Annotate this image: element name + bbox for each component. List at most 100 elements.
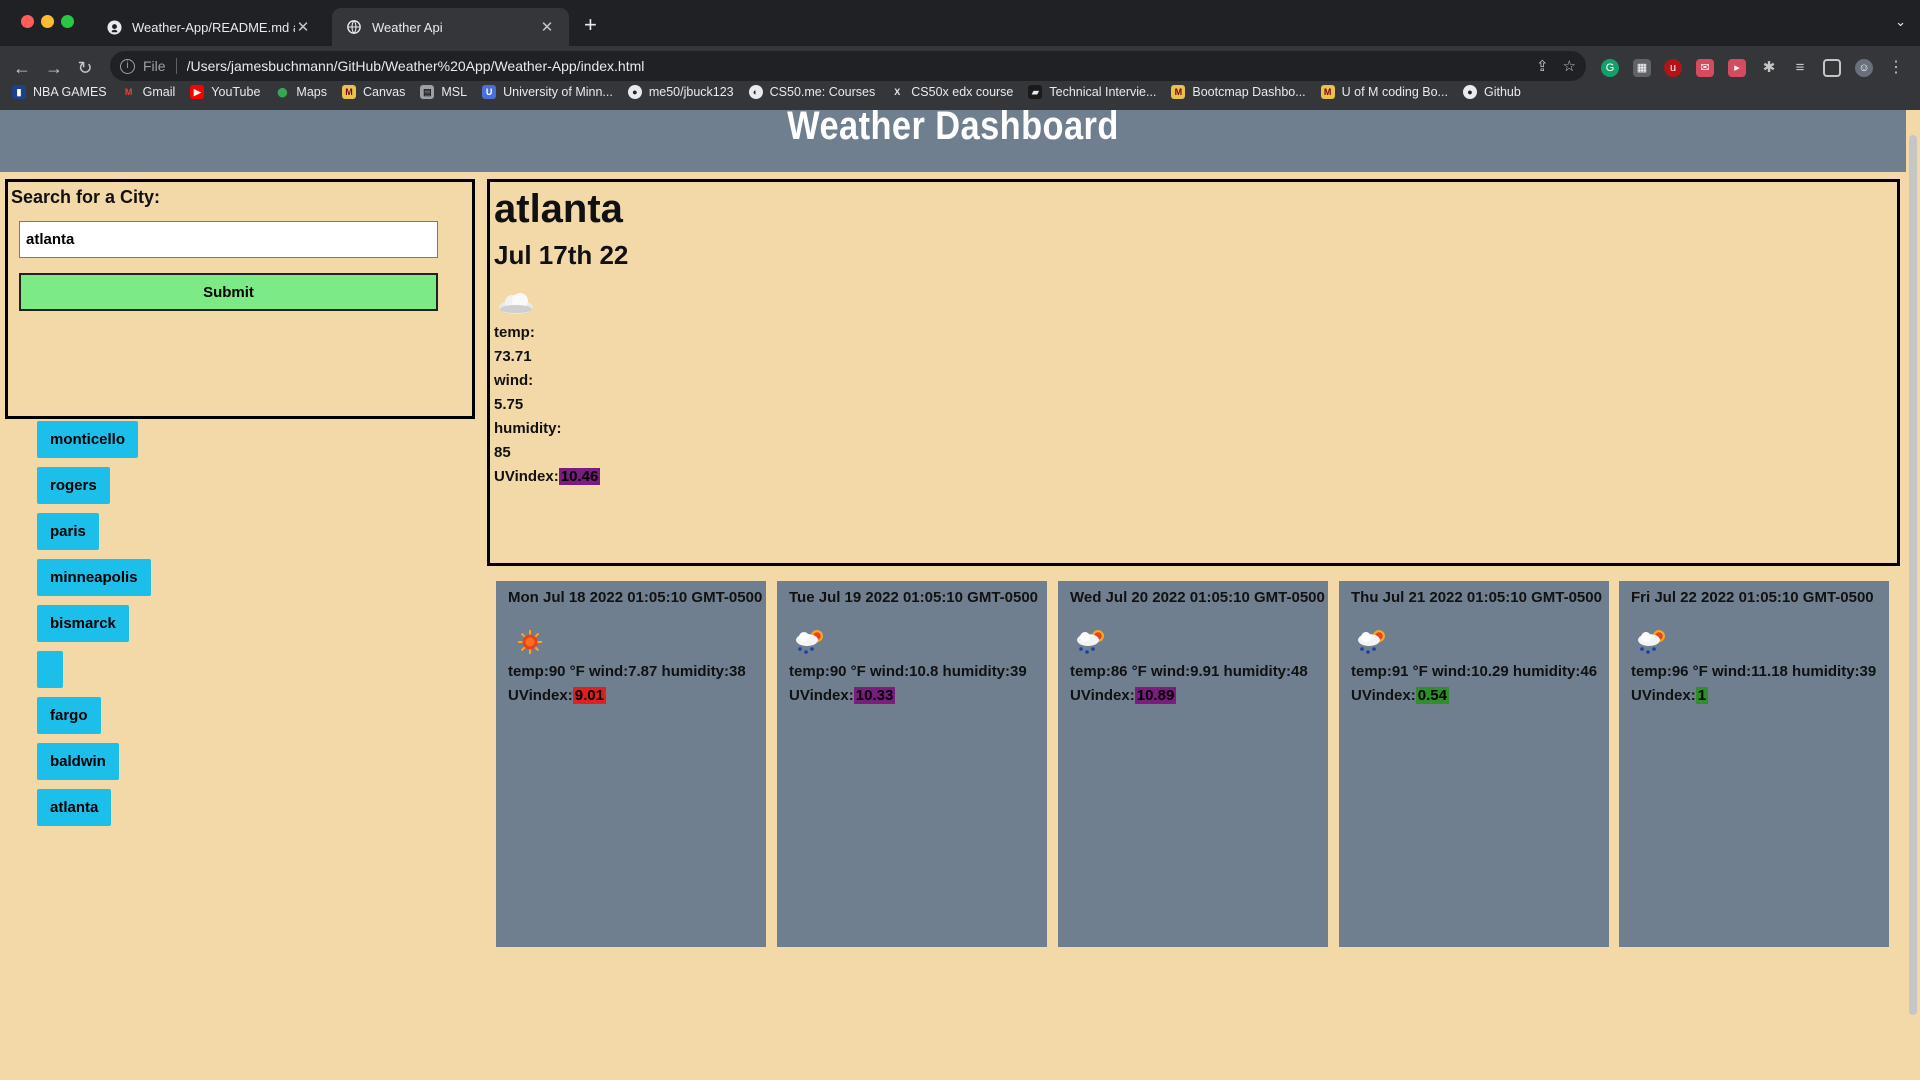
forecast-date: Wed Jul 20 2022 01:05:10 GMT-0500	[1070, 589, 1325, 606]
avatar[interactable]: ☺	[1855, 59, 1873, 77]
forecast-summary: temp:96 °F wind:11.18 humidity:39	[1631, 663, 1877, 680]
history-button[interactable]: minneapolis	[37, 559, 151, 596]
bookmark-label: CS50x edx course	[911, 85, 1014, 99]
extension-icon[interactable]: ✉	[1696, 59, 1714, 77]
bookmark-label: Canvas	[363, 85, 406, 99]
temp-value: 73.71	[494, 348, 532, 365]
kebab-menu-icon[interactable]: ⋮	[1887, 59, 1905, 77]
reading-list-icon[interactable]: ≡	[1791, 59, 1809, 77]
back-icon[interactable]: ←	[9, 58, 35, 79]
url-text[interactable]: /Users/jamesbuchmann/GitHub/Weather%20Ap…	[187, 58, 1522, 74]
forecast-summary: temp:91 °F wind:10.29 humidity:46	[1351, 663, 1598, 680]
bookmark-item[interactable]: ▶ YouTube	[190, 85, 260, 99]
ublock-icon[interactable]: u	[1664, 59, 1682, 77]
forecast-summary: temp:90 °F wind:7.87 humidity:38	[508, 663, 746, 680]
page-header: Weather Dashboard	[0, 110, 1906, 172]
bootcamp-icon: M	[1171, 85, 1186, 99]
bookmark-item[interactable]: M Canvas	[342, 85, 405, 99]
qr-icon[interactable]: ▦	[1633, 59, 1651, 77]
msl-icon: ▤	[420, 85, 435, 99]
forecast-card: Mon Jul 18 2022 01:05:10 GMT-0500 temp:9…	[496, 581, 766, 947]
search-panel: Search for a City: Submit	[5, 179, 475, 419]
scheme-label: File	[143, 58, 166, 74]
humidity-label: humidity:	[494, 420, 562, 437]
forecast-card: Tue Jul 19 2022 01:05:10 GMT-0500 temp:9…	[777, 581, 1047, 947]
page-title: Weather Dashboard	[787, 110, 1119, 148]
current-weather-panel: atlanta Jul 17th 22 temp: 73.71 wind: 5.…	[487, 179, 1900, 566]
reload-icon[interactable]: ↻	[72, 58, 98, 79]
history-button[interactable]: baldwin	[37, 743, 119, 780]
history-button[interactable]	[37, 651, 63, 688]
window-minimize-button[interactable]	[41, 15, 54, 28]
window-zoom-button[interactable]	[61, 15, 74, 28]
side-panel-icon[interactable]	[1823, 59, 1841, 77]
forward-icon[interactable]: →	[41, 58, 67, 79]
uv-index-row: UVindex: 10.46	[494, 465, 1893, 489]
bookmark-label: University of Minn...	[503, 85, 613, 99]
history-button[interactable]: bismarck	[37, 605, 129, 642]
forecast-summary: temp:86 °F wind:9.91 humidity:48	[1070, 663, 1308, 680]
github-icon: ●	[1462, 85, 1477, 99]
sun-icon	[508, 620, 754, 660]
tab-title: Weather Api	[372, 19, 443, 35]
uv-label: UVindex:	[1351, 687, 1416, 704]
puzzle-icon[interactable]: ✱	[1760, 59, 1778, 77]
history-button[interactable]: atlanta	[37, 789, 112, 826]
cloud-icon	[494, 281, 1893, 321]
history-button[interactable]: fargo	[37, 697, 101, 734]
scrollbar-thumb[interactable]	[1909, 135, 1917, 1015]
history-button[interactable]: rogers	[37, 467, 110, 504]
forecast-uv-row: UVindex: 1	[1631, 684, 1877, 708]
bookmark-label: me50/jbuck123	[648, 85, 734, 99]
current-city: atlanta	[494, 187, 623, 231]
current-date: Jul 17th 22	[494, 240, 629, 270]
new-tab-button[interactable]: +	[584, 12, 597, 38]
edx-icon: X	[894, 87, 901, 97]
close-icon[interactable]: ✕	[539, 18, 555, 36]
submit-button[interactable]: Submit	[19, 273, 438, 311]
tab-weather-api[interactable]: Weather Api ✕	[332, 8, 569, 46]
record-icon[interactable]: ▸	[1728, 59, 1746, 77]
bookmark-label: MSL	[441, 85, 468, 99]
divider	[175, 58, 177, 74]
wind-label: wind:	[494, 372, 534, 389]
bookmark-item[interactable]: ◐ CS50.me: Courses	[748, 85, 875, 99]
chevron-down-icon[interactable]: ⌄	[1895, 14, 1906, 30]
window-close-button[interactable]	[21, 15, 34, 28]
share-icon[interactable]: ⇪	[1536, 57, 1549, 75]
bookmark-item[interactable]: ▰ Technical Intervie...	[1028, 85, 1156, 99]
history-button[interactable]: monticello	[37, 421, 139, 458]
uv-badge: 10.89	[1134, 687, 1177, 704]
bookmark-item[interactable]: U University of Minn...	[482, 85, 613, 99]
forecast-date: Mon Jul 18 2022 01:05:10 GMT-0500	[508, 589, 763, 606]
star-icon[interactable]: ☆	[1563, 57, 1576, 75]
uv-label: UVindex:	[494, 468, 559, 485]
rain-sun-icon	[1631, 620, 1877, 660]
maps-icon: ⬤	[277, 87, 288, 97]
bookmark-item[interactable]: ⬤ Maps	[275, 85, 327, 99]
bookmark-item[interactable]: ▮ NBA GAMES	[12, 85, 107, 99]
bookmark-item[interactable]: ● me50/jbuck123	[627, 85, 734, 99]
nba-icon: ▮	[12, 85, 26, 99]
page-scrollbar[interactable]	[1906, 110, 1920, 1080]
tab-title: Weather-App/README.md at m	[132, 19, 295, 35]
uv-badge: 10.33	[853, 687, 896, 704]
info-icon[interactable]: i	[120, 58, 135, 74]
history-button[interactable]: paris	[37, 513, 99, 550]
bookmark-item[interactable]: ▤ MSL	[420, 85, 467, 99]
forecast-date: Thu Jul 21 2022 01:05:10 GMT-0500	[1351, 589, 1602, 606]
uv-label: UVindex:	[789, 687, 854, 704]
tab-readme[interactable]: Weather-App/README.md at m ✕	[92, 8, 325, 46]
bookmark-item[interactable]: M U of M coding Bo...	[1320, 85, 1448, 99]
forecast-summary: temp:90 °F wind:10.8 humidity:39	[789, 663, 1027, 680]
bookmark-item[interactable]: ● Github	[1462, 85, 1521, 99]
city-search-input[interactable]	[19, 221, 438, 258]
bookmark-label: Maps	[296, 85, 327, 99]
bookmark-item[interactable]: X CS50x edx course	[890, 85, 1013, 99]
bookmark-item[interactable]: M Gmail	[122, 85, 175, 99]
close-icon[interactable]: ✕	[295, 18, 311, 36]
bookmark-item[interactable]: M Bootcmap Dashbo...	[1171, 85, 1306, 99]
search-label: Search for a City:	[11, 187, 161, 207]
grammarly-icon[interactable]: G	[1601, 59, 1619, 77]
address-bar[interactable]: i File /Users/jamesbuchmann/GitHub/Weath…	[110, 51, 1586, 81]
